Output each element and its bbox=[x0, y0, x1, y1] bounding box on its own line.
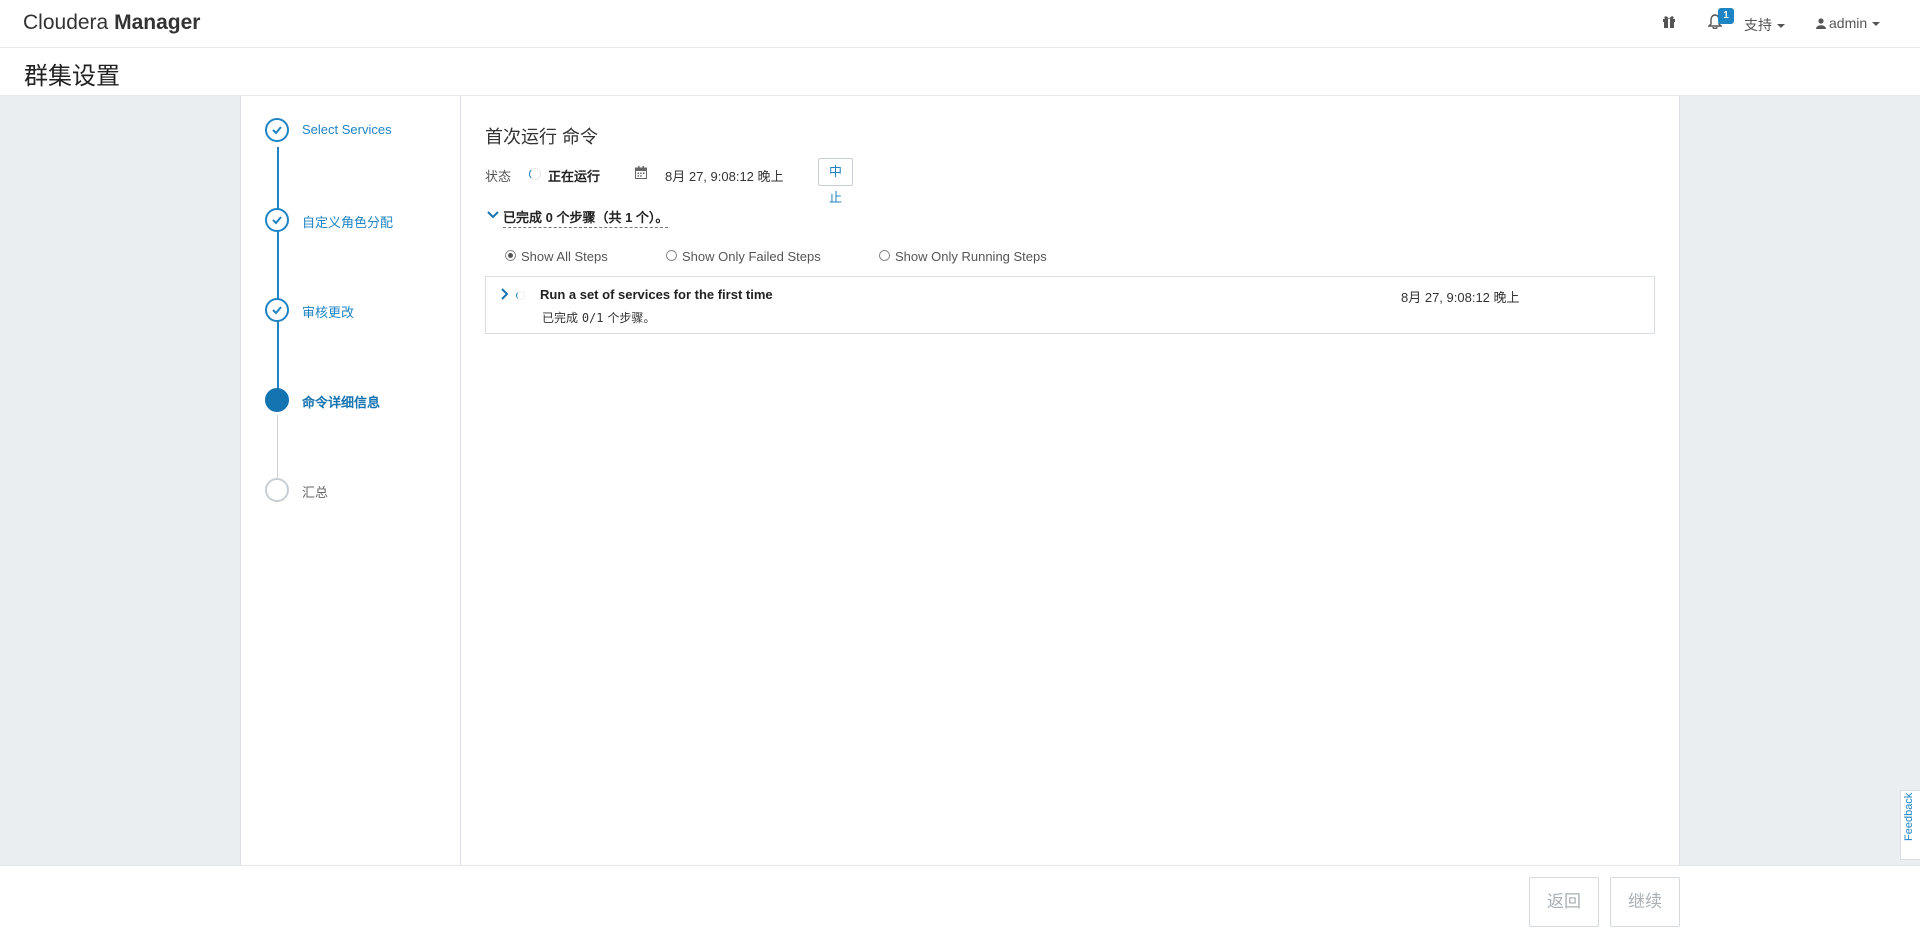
command-steps-table: Run a set of services for the first time… bbox=[485, 276, 1655, 334]
step-label: Select Services bbox=[302, 122, 392, 137]
wizard-footer: 返回 继续 bbox=[0, 865, 1920, 937]
caret-down-icon bbox=[1872, 22, 1881, 27]
gift-icon[interactable] bbox=[1662, 14, 1676, 34]
app-logo[interactable]: Cloudera Manager bbox=[23, 11, 200, 35]
radio-button[interactable] bbox=[666, 250, 677, 261]
wizard-panel: Select Services 自定义角色分配 审核更改 命令详细信息 汇总 首… bbox=[240, 96, 1680, 865]
page-title: 群集设置 bbox=[24, 62, 120, 90]
support-menu-label: 支持 bbox=[1744, 17, 1772, 33]
start-time: 8月 27, 9:08:12 晚上 bbox=[665, 169, 784, 184]
filter-label: Show Only Failed Steps bbox=[682, 249, 821, 264]
page-header: 群集设置 bbox=[0, 48, 1920, 96]
current-step-icon bbox=[265, 388, 289, 412]
wizard-steps: Select Services 自定义角色分配 审核更改 命令详细信息 汇总 bbox=[241, 96, 461, 865]
step-progress-count: 0/1 bbox=[581, 311, 604, 325]
chevron-down-icon bbox=[487, 208, 499, 223]
radio-button[interactable] bbox=[879, 250, 890, 261]
calendar-icon bbox=[635, 166, 647, 182]
check-icon bbox=[265, 298, 289, 322]
radio-button[interactable] bbox=[505, 250, 516, 261]
chevron-right-icon[interactable] bbox=[500, 287, 510, 305]
steps-summary: 已完成 0 个步骤（共 1 个）。 bbox=[503, 207, 669, 228]
step-progress-prefix: 已完成 bbox=[542, 311, 582, 325]
step-label: 命令详细信息 bbox=[302, 395, 381, 410]
notification-count-badge: 1 bbox=[1718, 8, 1734, 24]
check-icon bbox=[265, 118, 289, 142]
step-title: Run a set of services for the first time bbox=[540, 287, 773, 302]
status-value: 正在运行 bbox=[548, 169, 601, 184]
pending-step-icon bbox=[265, 478, 289, 502]
step-connector-done bbox=[277, 147, 279, 391]
top-navbar: Cloudera Manager 1 支持 admin bbox=[0, 0, 1920, 48]
step-label: 自定义角色分配 bbox=[302, 215, 394, 230]
continue-button[interactable]: 继续 bbox=[1610, 877, 1680, 927]
user-menu-label: admin bbox=[1829, 15, 1868, 31]
caret-down-icon bbox=[1777, 24, 1785, 29]
filter-label: Show All Steps bbox=[521, 249, 608, 264]
feedback-tab[interactable]: Feedback bbox=[1900, 790, 1920, 860]
step-connector-pending bbox=[277, 415, 278, 480]
feedback-label: Feedback bbox=[1903, 792, 1915, 841]
brand-name-light: Cloudera bbox=[23, 11, 109, 34]
step-progress: 已完成 0/1 个步骤。 bbox=[542, 309, 655, 326]
step-progress-suffix: 个步骤。 bbox=[603, 311, 656, 325]
page-body: Select Services 自定义角色分配 审核更改 命令详细信息 汇总 首… bbox=[0, 96, 1920, 865]
step-label: 汇总 bbox=[302, 485, 329, 500]
running-spinner-icon bbox=[516, 291, 525, 300]
support-menu[interactable]: 支持 bbox=[1744, 15, 1785, 35]
abort-button[interactable]: 中止 bbox=[818, 158, 854, 205]
filter-label: Show Only Running Steps bbox=[895, 249, 1047, 264]
brand-name-bold: Manager bbox=[114, 11, 201, 34]
status-label: 状态 bbox=[485, 169, 512, 184]
check-icon bbox=[265, 208, 289, 232]
command-details: 首次运行 命令 状态 正在运行 8月 27, 9:08:12 晚上 中止 已完成… bbox=[485, 96, 1681, 865]
running-spinner-icon bbox=[529, 168, 541, 180]
notifications-button[interactable]: 1 bbox=[1707, 8, 1734, 34]
user-menu[interactable]: admin bbox=[1816, 15, 1881, 31]
step-time: 8月 27, 9:08:12 晚上 bbox=[1401, 290, 1520, 305]
user-icon bbox=[1816, 18, 1826, 29]
back-button[interactable]: 返回 bbox=[1529, 877, 1599, 927]
command-title: 首次运行 命令 bbox=[485, 127, 599, 147]
step-label: 审核更改 bbox=[302, 305, 355, 320]
